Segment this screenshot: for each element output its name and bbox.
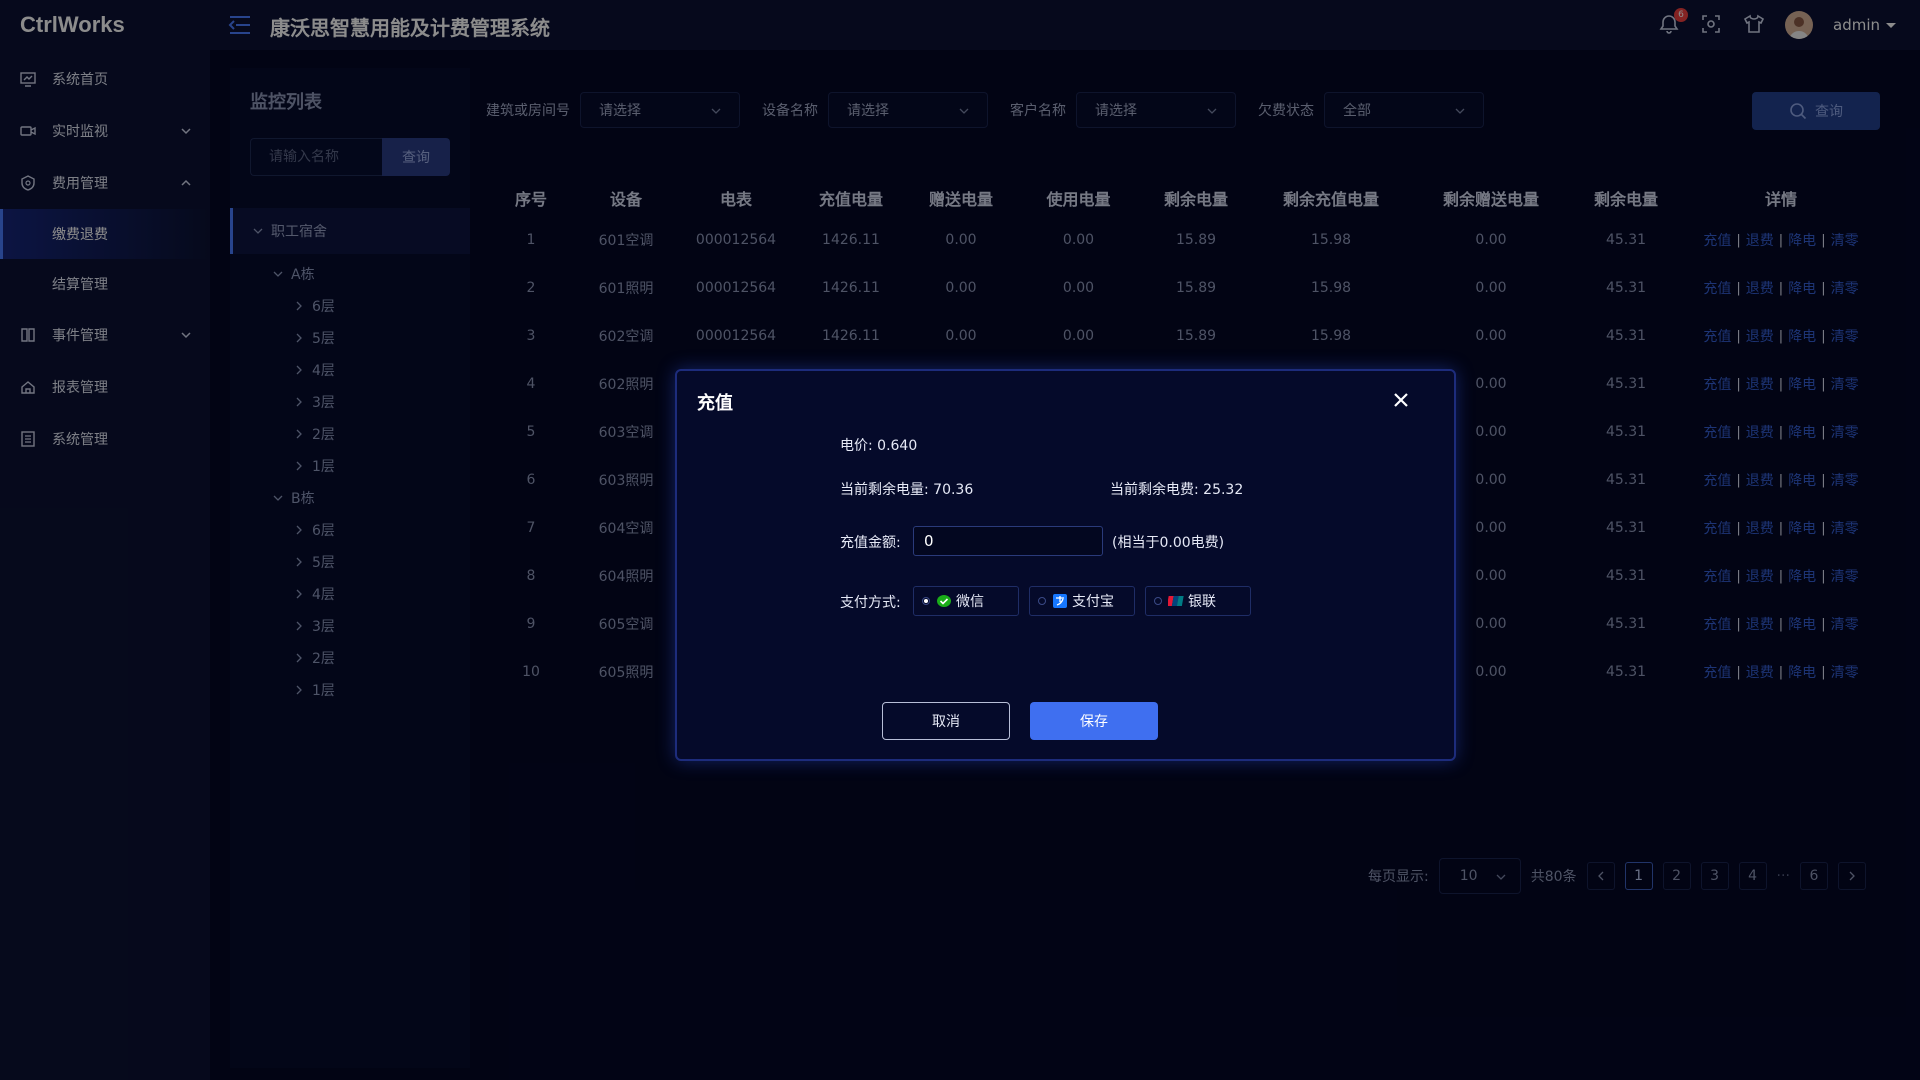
pay-option-label: 微信 [956,594,984,610]
amount-hint: (相当于0.00电费) [1112,535,1225,551]
cancel-button[interactable]: 取消 [882,702,1010,740]
close-icon[interactable] [1390,389,1412,411]
remaining-power-text: 当前剩余电量: 70.36 [840,482,974,498]
recharge-dialog: 充值 电价: 0.640 当前剩余电量: 70.36 当前剩余电费: 25.32… [675,369,1456,761]
price-text: 电价: 0.640 [840,438,918,454]
save-button[interactable]: 保存 [1030,702,1158,740]
wechat-icon [937,595,951,607]
radio-button[interactable] [1154,597,1162,605]
dialog-title: 充值 [697,393,733,414]
unionpay-icon [1168,596,1184,606]
pay-option-unionpay[interactable]: 银联 [1145,586,1251,616]
pay-option-label: 支付宝 [1072,594,1114,610]
radio-button[interactable] [1038,597,1046,605]
remaining-fee-text: 当前剩余电费: 25.32 [1110,482,1244,498]
amount-input[interactable] [913,526,1103,556]
pay-option-label: 银联 [1188,594,1216,610]
pay-method-label: 支付方式: [840,595,901,611]
pay-option-wechat[interactable]: 微信 [913,586,1019,616]
amount-label: 充值金额: [840,535,901,551]
pay-option-alipay[interactable]: 支付宝 [1029,586,1135,616]
radio-button[interactable] [922,597,930,605]
alipay-icon [1053,594,1067,608]
